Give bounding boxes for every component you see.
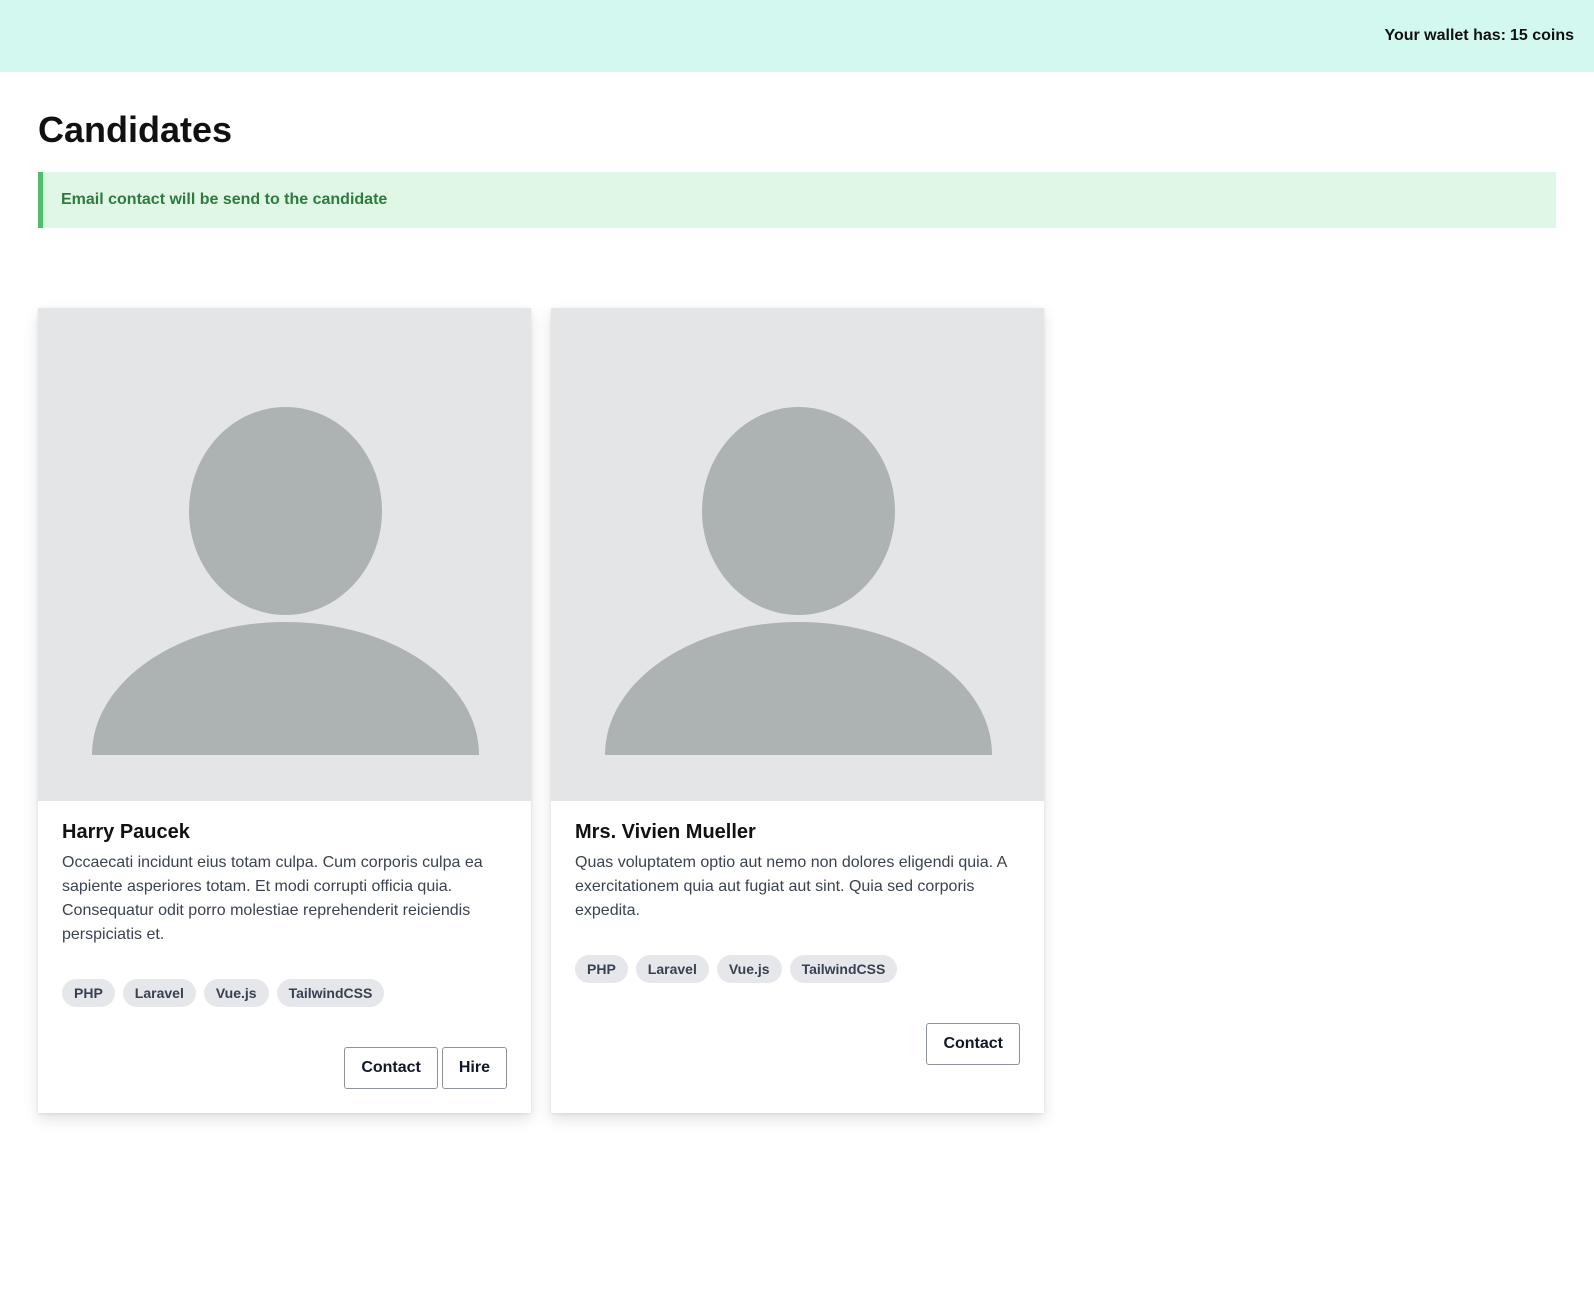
avatar-head-shape — [189, 407, 382, 615]
skill-tag: Laravel — [635, 955, 709, 983]
wallet-balance: Your wallet has: 15 coins — [1384, 27, 1574, 45]
candidate-name: Harry Paucek — [62, 821, 190, 843]
skill-tag: PHP — [575, 955, 628, 983]
contact-button[interactable]: Contact — [926, 1023, 1020, 1065]
user-placeholder-icon — [551, 308, 1044, 801]
wallet-label: Your wallet has: — [1384, 27, 1506, 44]
avatar-head-shape — [702, 407, 895, 615]
wallet-amount: 15 coins — [1509, 27, 1574, 44]
candidate-list: Harry Paucek Occaecati incidunt eius tot… — [38, 308, 1556, 1113]
skill-tag: Vue.js — [203, 979, 269, 1007]
page-title: Candidates — [38, 109, 233, 150]
candidate-card: Harry Paucek Occaecati incidunt eius tot… — [38, 308, 531, 1113]
success-alert: Email contact will be send to the candid… — [38, 172, 1556, 228]
candidate-name: Mrs. Vivien Mueller — [575, 821, 756, 843]
skill-tag: Laravel — [122, 979, 196, 1007]
candidate-card-body: Harry Paucek Occaecati incidunt eius tot… — [38, 801, 531, 1113]
skill-tag: TailwindCSS — [276, 979, 385, 1007]
contact-button[interactable]: Contact — [344, 1047, 438, 1089]
hire-button[interactable]: Hire — [441, 1047, 507, 1089]
candidate-card: Mrs. Vivien Mueller Quas voluptatem opti… — [551, 308, 1044, 1113]
skill-tag: PHP — [62, 979, 115, 1007]
top-bar: Your wallet has: 15 coins — [0, 0, 1594, 72]
user-placeholder-icon — [38, 308, 531, 801]
candidate-description: Quas voluptatem optio aut nemo non dolor… — [575, 854, 1007, 919]
main-content: Candidates Email contact will be send to… — [0, 108, 1594, 1113]
skill-tag: Vue.js — [716, 955, 782, 983]
card-actions: Contact Hire — [62, 1047, 507, 1089]
candidate-description: Occaecati incidunt eius totam culpa. Cum… — [62, 854, 483, 943]
candidate-card-body: Mrs. Vivien Mueller Quas voluptatem opti… — [551, 801, 1044, 1113]
avatar-body-shape — [92, 622, 479, 755]
alert-message: Email contact will be send to the candid… — [61, 191, 388, 208]
avatar-body-shape — [605, 622, 992, 755]
card-actions: Contact — [575, 1023, 1020, 1065]
skill-tags: PHP Laravel Vue.js TailwindCSS — [62, 979, 507, 1007]
skill-tags: PHP Laravel Vue.js TailwindCSS — [575, 955, 1020, 983]
skill-tag: TailwindCSS — [789, 955, 898, 983]
